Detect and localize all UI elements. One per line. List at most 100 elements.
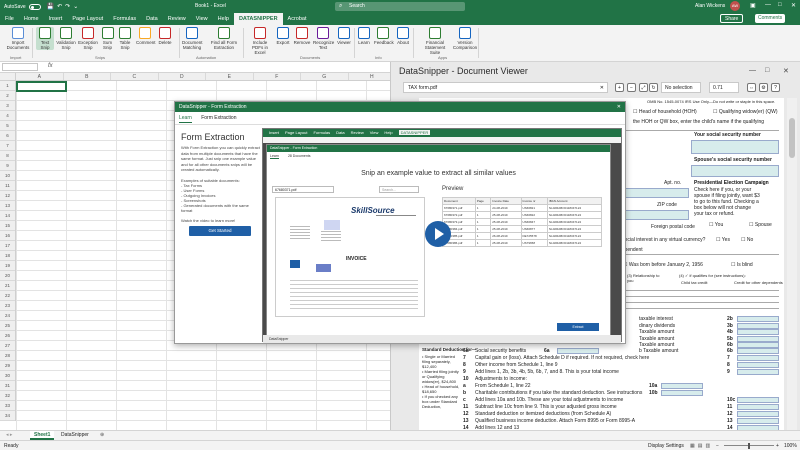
row-header[interactable]: 14	[0, 211, 15, 221]
row-header[interactable]: 18	[0, 251, 15, 261]
you-checkbox[interactable]: ☐ You	[709, 222, 723, 228]
income-amount-field[interactable]	[737, 329, 779, 335]
tab-data[interactable]: Data	[141, 13, 163, 25]
row-header[interactable]: 33	[0, 401, 15, 411]
column-header[interactable]: A	[16, 73, 64, 80]
quick-access-icons[interactable]: 💾↶↷⌄	[47, 3, 82, 10]
autosave-toggle[interactable]	[28, 3, 41, 10]
tab-datasnipper[interactable]: DATASNIPPER	[233, 13, 283, 25]
row-header[interactable]: 12	[0, 191, 15, 201]
line-amount-field[interactable]	[737, 397, 779, 403]
row-header[interactable]: 11	[0, 181, 15, 191]
line-amount-field[interactable]	[737, 355, 779, 361]
row-header[interactable]: 34	[0, 411, 15, 421]
row-header[interactable]: 10	[0, 171, 15, 181]
column-header[interactable]: B	[64, 73, 111, 80]
tab-acrobat[interactable]: Acrobat	[283, 13, 312, 25]
viewer-scrollbar[interactable]	[787, 98, 797, 432]
settings-icon[interactable]: ⚙	[759, 83, 768, 92]
avatar[interactable]: AW	[730, 1, 740, 11]
row-header[interactable]: 20	[0, 271, 15, 281]
row-header[interactable]: 32	[0, 391, 15, 401]
spouse-checkbox[interactable]: ☐ Spouse	[749, 222, 772, 228]
row-header[interactable]: 9	[0, 161, 15, 171]
spouse-ssn-field[interactable]	[691, 165, 779, 177]
column-headers[interactable]: ABCDEFGH	[16, 73, 390, 81]
recognize-text-button[interactable]: Recognize Text	[313, 27, 334, 50]
close-tab-icon[interactable]: ✕	[600, 83, 604, 93]
fit-page-icon[interactable]: ⤢	[639, 83, 648, 92]
row-header[interactable]: 22	[0, 291, 15, 301]
close-icon[interactable]: ✕	[617, 102, 621, 112]
line-sub-field[interactable]	[557, 348, 599, 354]
comment-button[interactable]: Comment	[136, 27, 156, 45]
exception-snip-button[interactable]: Exception Snip	[78, 27, 98, 50]
document-matching-button[interactable]: Document Matching	[182, 27, 203, 50]
row-header[interactable]: 24	[0, 311, 15, 321]
born-before-checkbox[interactable]: ☐ Was born before January 2, 1956	[623, 262, 703, 268]
row-header[interactable]: 8	[0, 151, 15, 161]
about-button[interactable]: About	[395, 27, 411, 45]
add-sheet-icon[interactable]: ⊕	[96, 431, 108, 440]
row-header[interactable]: 28	[0, 351, 15, 361]
validation-snip-button[interactable]: Validation Snip	[56, 27, 76, 50]
close-icon[interactable]: ✕	[791, 2, 796, 9]
line-sub-field[interactable]	[661, 390, 703, 396]
tab-help[interactable]: Help	[213, 13, 234, 25]
blind-checkbox[interactable]: ☐ Is blind	[731, 262, 753, 268]
close-icon[interactable]: ✕	[783, 67, 789, 75]
row-header[interactable]: 21	[0, 281, 15, 291]
zoom-slider-thumb[interactable]	[748, 443, 750, 449]
row-header[interactable]: 7	[0, 141, 15, 151]
search-box[interactable]: ⌕ Search	[335, 2, 465, 11]
row-header[interactable]: 30	[0, 371, 15, 381]
income-amount-field[interactable]	[737, 322, 779, 329]
column-header[interactable]: C	[111, 73, 159, 80]
row-headers[interactable]: 1 2 3 4 5 6 7 8 9 10 11 12 13 14 15 16 17 18 19 20 21 22 23 24 2…	[0, 81, 16, 421]
row-header[interactable]: 25	[0, 321, 15, 331]
row-header[interactable]: 13	[0, 201, 15, 211]
export-button[interactable]: Export	[275, 27, 291, 45]
income-amount-field[interactable]	[737, 316, 779, 322]
delete-button[interactable]: Delete	[157, 27, 173, 45]
viewer-button[interactable]: Viewer	[335, 27, 353, 45]
maximize-icon[interactable]: □	[778, 2, 782, 8]
row-header[interactable]: 19	[0, 261, 15, 271]
prev-sheet-icon[interactable]: ◂ ▸	[2, 431, 16, 440]
user-name[interactable]: Alan Wickens	[695, 3, 725, 9]
learn-button[interactable]: Learn	[357, 27, 371, 45]
tab-review[interactable]: Review	[163, 13, 191, 25]
line-sub-field[interactable]	[661, 383, 703, 389]
row-header[interactable]: 2	[0, 91, 15, 101]
tutorial-video[interactable]: Insert Page Layout Formulas Data Review View H…	[262, 128, 622, 343]
tab-insert[interactable]: Insert	[44, 13, 68, 25]
line-amount-field[interactable]	[737, 404, 779, 410]
row-header[interactable]: 26	[0, 331, 15, 341]
import-documents-button[interactable]: Import Documents	[6, 27, 30, 50]
minimize-icon[interactable]: —	[749, 67, 756, 74]
line-amount-field[interactable]	[737, 362, 779, 368]
row-header[interactable]: 6	[0, 131, 15, 141]
text-snip-button[interactable]: Text Snip	[36, 27, 54, 50]
share-button[interactable]: Share	[720, 14, 744, 23]
tab-view[interactable]: View	[191, 13, 213, 25]
tab-formulas[interactable]: Formulas	[108, 13, 141, 25]
file-tab[interactable]: TAX form.pdf ✕	[403, 82, 608, 93]
row-header[interactable]: 27	[0, 341, 15, 351]
line-amount-field[interactable]	[737, 411, 779, 417]
comments-button[interactable]: Comments	[755, 14, 786, 23]
minimize-icon[interactable]: —	[765, 2, 771, 8]
row-header[interactable]: 4	[0, 111, 15, 121]
tab-page-layout[interactable]: Page Layout	[67, 13, 108, 25]
zoom-field[interactable]: 0.71	[709, 82, 739, 93]
row-header[interactable]: 1	[0, 81, 15, 91]
active-cell[interactable]	[16, 81, 67, 92]
name-box[interactable]	[2, 63, 38, 71]
tab-file[interactable]: File	[0, 13, 19, 25]
income-amount-field[interactable]	[737, 335, 779, 342]
row-header[interactable]: 3	[0, 101, 15, 111]
sum-snip-button[interactable]: Sum Snip	[100, 27, 115, 50]
maximize-icon[interactable]: □	[765, 67, 769, 74]
yes-checkbox[interactable]: ☐ Yes	[716, 237, 730, 243]
column-header[interactable]: G	[301, 73, 349, 80]
